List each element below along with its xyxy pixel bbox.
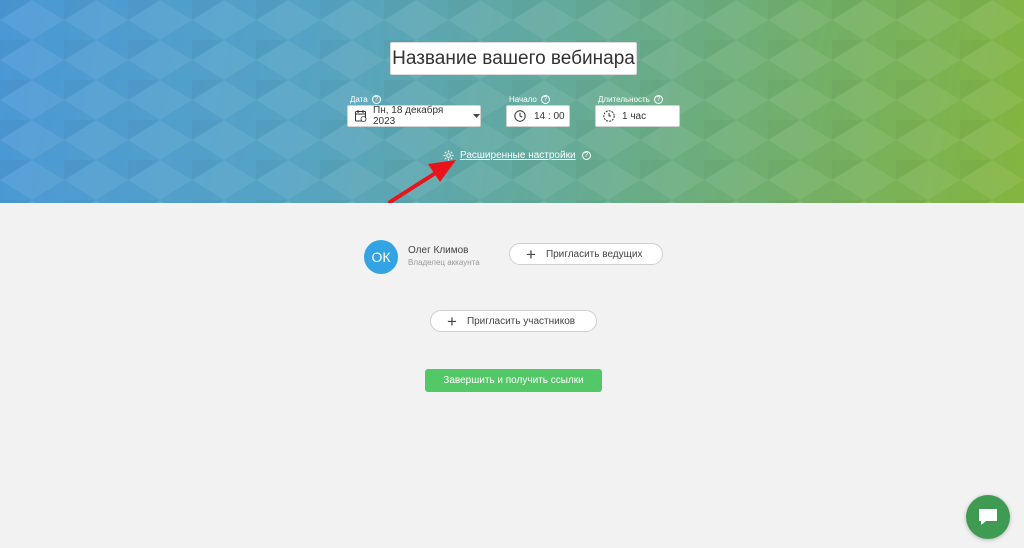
owner-role: Владелец аккаунта <box>408 258 480 267</box>
webinar-header: Название вашего вебинара Дата ? Пн, 18 д… <box>0 0 1024 203</box>
annotation-arrow-icon <box>388 160 456 203</box>
duration-help-icon[interactable]: ? <box>653 95 663 104</box>
duration-label: Длительность <box>598 95 650 104</box>
chat-button[interactable] <box>966 495 1010 539</box>
chat-bubble-icon <box>979 509 997 525</box>
invite-participants-label: Пригласить участников <box>466 315 576 327</box>
start-label: Начало <box>509 95 537 104</box>
invite-hosts-label: Пригласить ведущих <box>545 248 643 260</box>
start-label-group: Начало ? <box>509 95 550 104</box>
chevron-down-icon <box>473 113 480 118</box>
advanced-settings-label: Расширенные настройки <box>460 149 576 161</box>
date-help-icon[interactable]: ? <box>371 95 381 104</box>
duration-field[interactable]: 1 час <box>595 105 680 127</box>
clock-icon <box>514 110 526 122</box>
date-label-group: Дата ? <box>350 95 381 104</box>
date-picker[interactable]: Пн, 18 декабря 2023 <box>347 105 481 127</box>
timer-icon <box>603 110 615 122</box>
duration-value: 1 час <box>622 110 647 122</box>
date-label: Дата <box>350 95 368 104</box>
advanced-settings-link[interactable]: Расширенные настройки ? <box>443 148 591 162</box>
invite-hosts-button[interactable]: + Пригласить ведущих <box>509 243 663 265</box>
start-help-icon[interactable]: ? <box>540 95 550 104</box>
invite-participants-button[interactable]: + Пригласить участников <box>430 310 597 332</box>
avatar: ОК <box>364 240 398 274</box>
plus-icon: + <box>447 311 457 331</box>
calendar-icon <box>355 110 367 122</box>
webinar-title-input[interactable]: Название вашего вебинара <box>390 42 637 75</box>
finish-label: Завершить и получить ссылки <box>443 375 584 386</box>
finish-button[interactable]: Завершить и получить ссылки <box>425 369 602 392</box>
advanced-settings-help-icon[interactable]: ? <box>581 150 591 160</box>
start-time-value: 14 : 00 <box>534 110 565 122</box>
duration-label-group: Длительность ? <box>598 95 663 104</box>
start-time-field[interactable]: 14 : 00 <box>506 105 570 127</box>
date-value: Пн, 18 декабря 2023 <box>373 105 444 127</box>
plus-icon: + <box>526 244 536 264</box>
owner-name: Олег Климов <box>408 245 469 256</box>
